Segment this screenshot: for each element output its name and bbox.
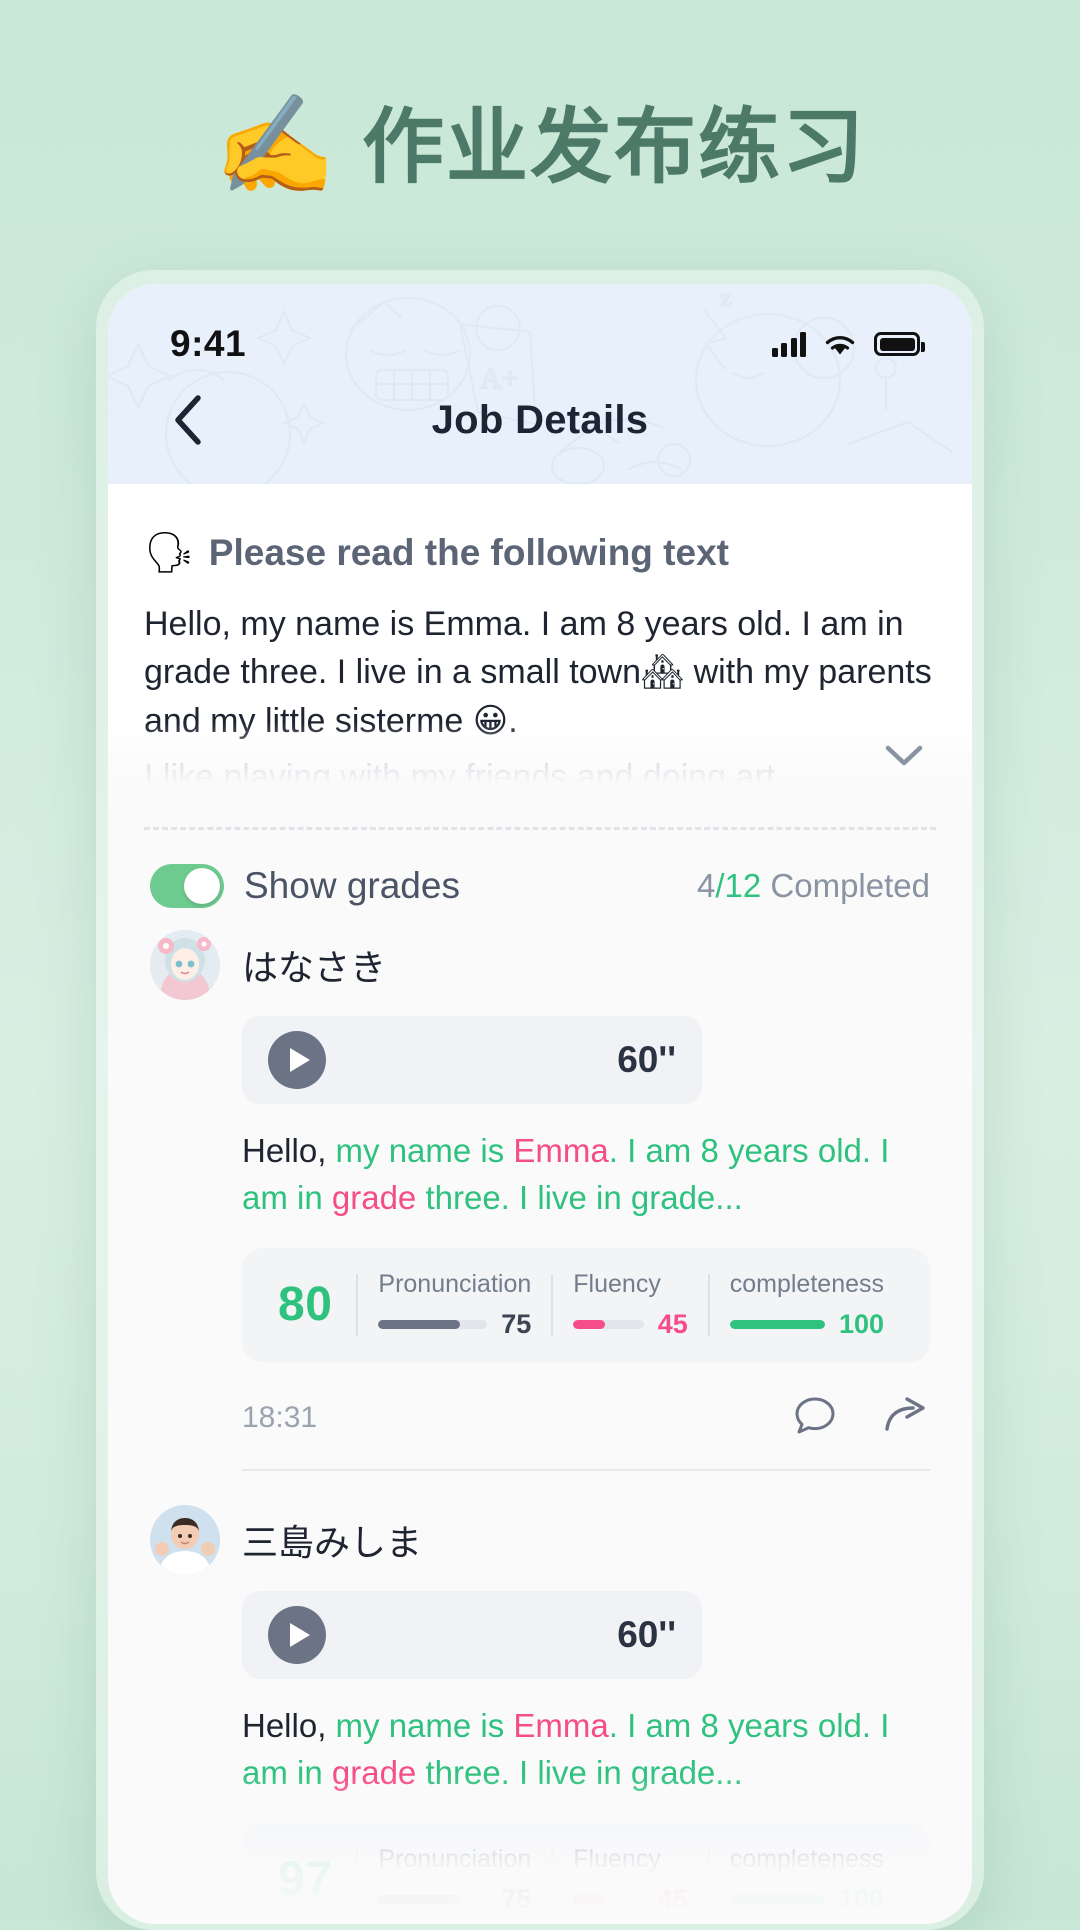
metric-value: 45	[657, 1308, 688, 1339]
transcript-seg: Hello,	[242, 1706, 327, 1744]
avatar[interactable]	[150, 1504, 220, 1575]
submission-item: 三島みしま 60'' Hello, my name is Emma. I am …	[108, 1504, 972, 1924]
submission-time: 18:31	[242, 1401, 318, 1435]
transcript-text: Hello, my name is Emma. I am 8 years old…	[242, 1703, 930, 1797]
phone-screen: A+ z 9:41 Job Details 🗣 Please read the …	[108, 284, 972, 1924]
metric-fluency: Fluency 45	[553, 1270, 707, 1340]
student-header: はなさき	[150, 930, 930, 1001]
show-grades-label: Show grades	[244, 865, 460, 907]
cellular-signal-icon	[771, 331, 806, 357]
metric-bar	[378, 1894, 488, 1904]
metric-value: 45	[657, 1883, 688, 1914]
transcript-seg: Hello,	[242, 1132, 327, 1170]
metric-pronunciation: Pronunciation 75	[358, 1270, 551, 1340]
metric-pronunciation: Pronunciation 75	[358, 1845, 551, 1915]
metric-label: completeness	[729, 1844, 884, 1873]
reading-passage-title: Please read the following text	[208, 532, 729, 573]
grades-toggle-row: Show grades 4/12 Completed	[108, 830, 972, 930]
reading-passage-body: Hello, my name is Emma. I am 8 years old…	[144, 605, 932, 740]
wifi-icon	[825, 335, 855, 354]
metric-value: 100	[838, 1308, 884, 1339]
nav-bar: Job Details	[108, 370, 972, 470]
overall-score: 97	[278, 1853, 333, 1906]
reading-passage-card: 🗣 Please read the following text Hello, …	[108, 484, 972, 802]
phone-mockup: A+ z 9:41 Job Details 🗣 Please read the …	[96, 270, 984, 1930]
audio-player[interactable]: 60''	[242, 1016, 702, 1105]
speaking-head-icon: 🗣	[144, 531, 195, 575]
score-panel: 80 Pronunciation 75 Fluency 45 completen…	[242, 1247, 930, 1362]
completed-total: /12	[715, 867, 762, 905]
transcript-seg: three. I live in grade...	[416, 1178, 743, 1216]
metric-label: Fluency	[573, 1269, 661, 1298]
metric-label: Fluency	[573, 1844, 661, 1873]
submission-item: はなさき 60'' Hello, my name is Emma. I am 8…	[108, 930, 972, 1471]
metric-label: Pronunciation	[378, 1269, 532, 1298]
avatar[interactable]	[150, 930, 220, 1001]
chevron-down-icon[interactable]	[876, 727, 932, 783]
transcript-text: Hello, my name is Emma. I am 8 years old…	[242, 1128, 930, 1222]
transcript-seg: grade	[331, 1753, 417, 1791]
show-grades-toggle[interactable]	[150, 864, 224, 909]
metric-value: 75	[501, 1883, 532, 1914]
metric-completeness: completeness 100	[710, 1270, 904, 1340]
battery-full-icon	[874, 332, 925, 356]
completion-counter: 4/12 Completed	[697, 867, 930, 905]
status-time: 9:41	[170, 323, 247, 364]
page-title: 作业发布练习	[362, 99, 867, 195]
play-icon[interactable]	[268, 1605, 326, 1664]
app-header: A+ z 9:41 Job Details	[108, 284, 972, 484]
status-indicators	[771, 331, 925, 358]
metric-bar	[573, 1319, 644, 1329]
back-chevron-icon[interactable]	[156, 389, 218, 451]
score-panel: 97 Pronunciation 75 Fluency 45 completen…	[242, 1822, 930, 1924]
metric-completeness: completeness 100	[710, 1845, 904, 1915]
metric-bar	[729, 1894, 825, 1904]
metric-bar	[573, 1894, 644, 1904]
play-icon[interactable]	[268, 1031, 326, 1090]
overall-score: 80	[278, 1278, 333, 1332]
transcript-seg: Emma	[513, 1132, 609, 1170]
metric-label: completeness	[729, 1269, 884, 1298]
submission-footer: 18:31	[242, 1368, 930, 1443]
share-arrow-icon[interactable]	[882, 1394, 930, 1443]
metric-label: Pronunciation	[378, 1844, 532, 1873]
transcript-seg: my name is	[326, 1706, 514, 1744]
metric-bar	[378, 1319, 488, 1329]
transcript-seg: three. I live in grade...	[416, 1753, 743, 1791]
transcript-seg: my name is	[326, 1132, 514, 1170]
metric-fluency: Fluency 45	[553, 1845, 707, 1915]
list-divider	[242, 1468, 930, 1471]
student-name: はなさき	[242, 947, 387, 989]
status-bar: 9:41	[108, 284, 972, 370]
metric-bar	[729, 1319, 825, 1329]
completed-done: 4	[697, 867, 716, 905]
page-title-nav: Job Details	[431, 397, 649, 442]
student-header: 三島みしま	[150, 1504, 930, 1575]
metric-value: 100	[838, 1883, 884, 1914]
submissions-list: Show grades 4/12 Completed はなさき 60'' Hel…	[108, 830, 972, 1924]
reading-passage-truncated: I like playing with my friends and doing…	[144, 757, 776, 796]
audio-duration: 60''	[617, 1613, 676, 1655]
page-header: ✍️ 作业发布练习	[0, 0, 1080, 195]
student-name: 三島みしま	[242, 1521, 423, 1563]
metric-value: 75	[501, 1308, 532, 1339]
audio-player[interactable]: 60''	[242, 1590, 702, 1679]
comment-bubble-icon[interactable]	[792, 1394, 838, 1443]
transcript-seg: grade	[331, 1178, 417, 1216]
completed-suffix: Completed	[761, 867, 930, 905]
audio-duration: 60''	[617, 1039, 676, 1081]
reading-passage-heading: 🗣 Please read the following text	[144, 532, 936, 574]
transcript-seg: Emma	[513, 1706, 609, 1744]
writing-hand-icon: ✍️	[213, 90, 336, 200]
